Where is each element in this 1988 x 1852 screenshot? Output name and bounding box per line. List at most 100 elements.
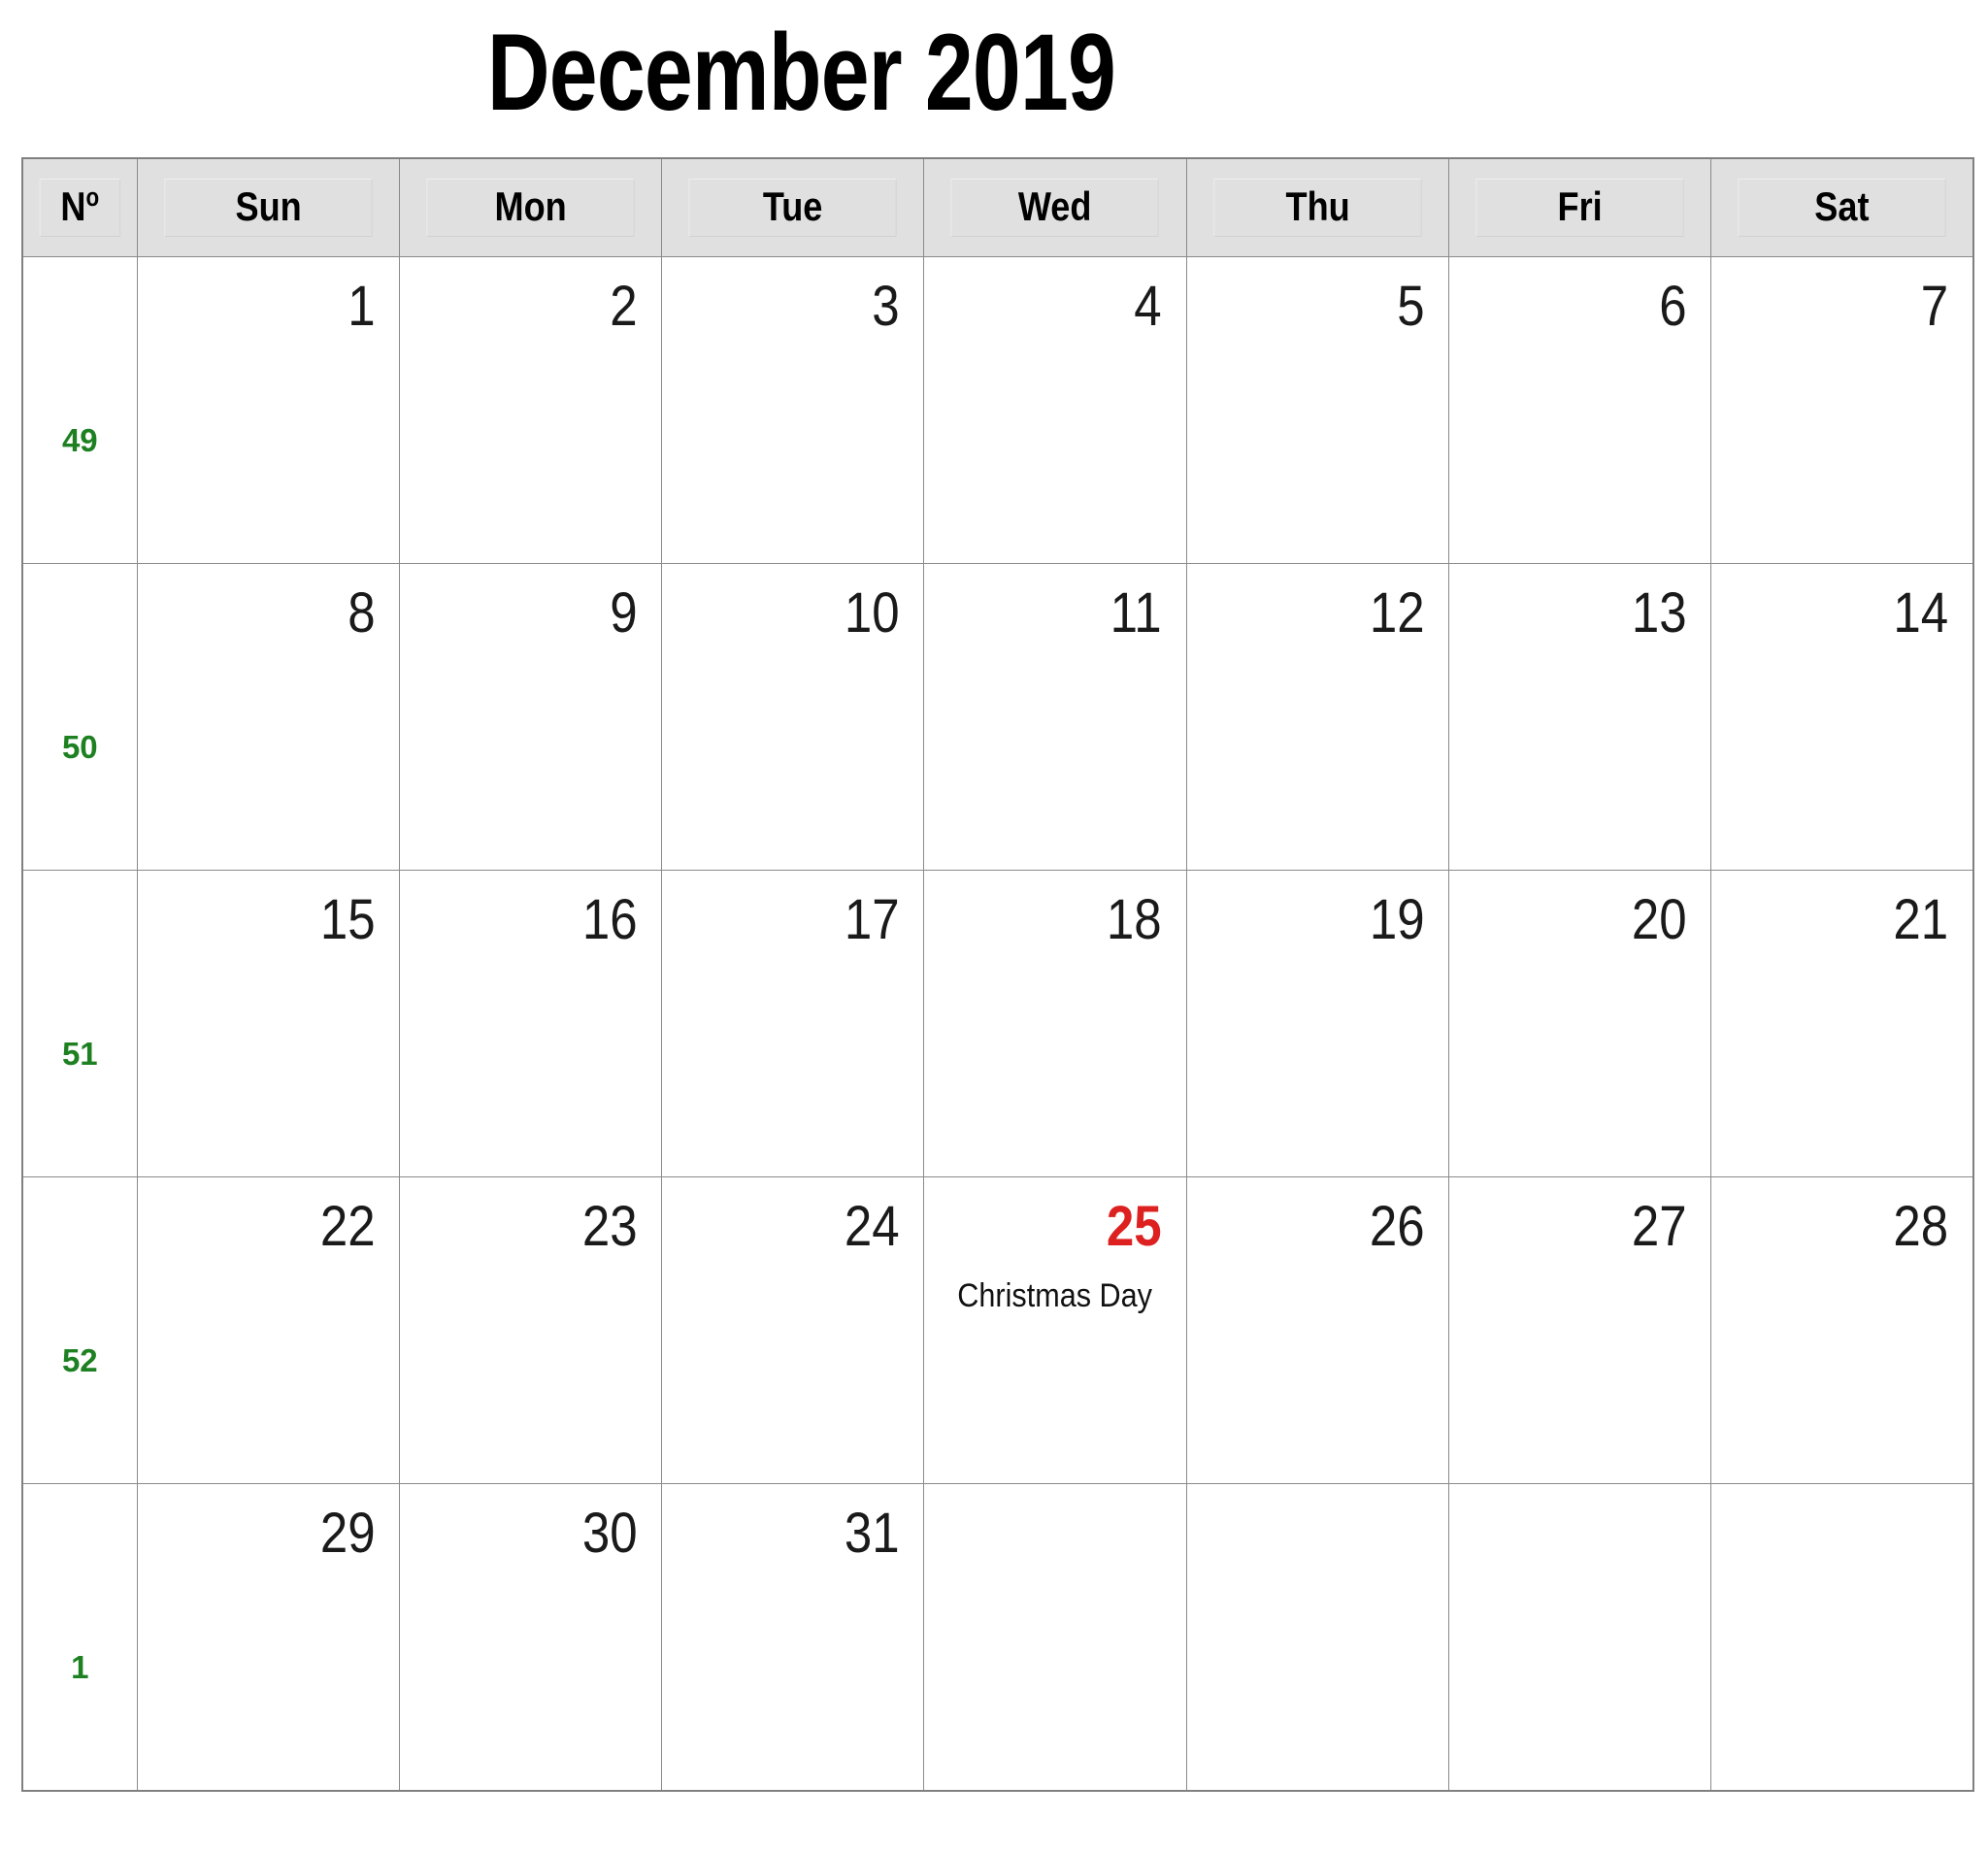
calendar-page: December 2019 No Sun Mon Tue Wed Thu Fri… <box>0 0 1988 1852</box>
day-number: 31 <box>844 1502 900 1565</box>
day-number: 17 <box>844 888 900 951</box>
day-cell[interactable]: 8 <box>136 563 400 871</box>
day-number: 28 <box>1893 1195 1949 1258</box>
day-cell[interactable]: 22 <box>136 1176 400 1484</box>
day-cell[interactable]: 25 Christmas Day <box>923 1176 1187 1484</box>
day-cell[interactable]: 23 <box>398 1176 663 1484</box>
day-cell[interactable]: 6 <box>1447 256 1712 564</box>
day-number: 20 <box>1631 888 1687 951</box>
day-cell[interactable]: 3 <box>661 256 925 564</box>
day-number-holiday: 25 <box>1107 1195 1163 1258</box>
day-number: 6 <box>1659 275 1687 338</box>
day-cell[interactable]: 5 <box>1185 256 1449 564</box>
day-number: 16 <box>581 888 638 951</box>
day-cell[interactable]: 7 <box>1710 256 1974 564</box>
day-number: 5 <box>1396 275 1425 338</box>
day-cell[interactable]: 20 <box>1447 870 1712 1177</box>
day-cell[interactable]: 9 <box>398 563 663 871</box>
week-number: 50 <box>61 729 98 765</box>
week-number-cell: 1 <box>21 1483 138 1791</box>
day-cell[interactable]: 28 <box>1710 1176 1974 1484</box>
day-header-label: Fri <box>1475 178 1684 238</box>
day-cell[interactable]: 31 <box>661 1483 925 1791</box>
header-row: No Sun Mon Tue Wed Thu Fri Sat <box>21 157 1974 257</box>
week-number-cell: 51 <box>21 870 138 1177</box>
day-cell[interactable]: 2 <box>398 256 663 564</box>
title-bar: December 2019 <box>0 0 1602 146</box>
week-number-header-label: No <box>39 178 120 238</box>
day-number: 10 <box>844 581 900 645</box>
day-number: 15 <box>319 888 376 951</box>
week-number: 52 <box>61 1342 98 1378</box>
day-header-label: Sun <box>164 178 373 238</box>
day-number: 8 <box>347 581 376 645</box>
day-number: 22 <box>319 1195 376 1258</box>
day-cell[interactable]: 12 <box>1185 563 1449 871</box>
day-cell[interactable]: 11 <box>923 563 1187 871</box>
day-header-label: Tue <box>688 178 897 238</box>
day-header-label: Wed <box>950 178 1160 238</box>
day-number: 2 <box>610 275 638 338</box>
day-number: 23 <box>581 1195 638 1258</box>
day-cell[interactable]: 18 <box>923 870 1187 1177</box>
column-header-sun: Sun <box>136 157 400 257</box>
day-cell[interactable]: 17 <box>661 870 925 1177</box>
week-number: 1 <box>71 1648 89 1685</box>
calendar-week-row: 52 22 23 24 25 Christmas Day 26 27 28 <box>21 1176 1974 1484</box>
day-number: 24 <box>844 1195 900 1258</box>
day-number: 14 <box>1893 581 1949 645</box>
day-number: 1 <box>347 275 376 338</box>
day-cell[interactable] <box>1710 1483 1974 1791</box>
calendar-week-row: 50 8 9 10 11 12 13 14 <box>21 563 1974 871</box>
day-cell[interactable] <box>1447 1483 1712 1791</box>
column-header-wed: Wed <box>923 157 1187 257</box>
calendar-body: 49 1 2 3 4 5 6 7 50 8 9 10 11 12 13 14 51 15 16 17 18 19 20 21 5… <box>21 256 1974 1791</box>
calendar-table: No Sun Mon Tue Wed Thu Fri Sat 49 1 2 3 … <box>21 157 1974 1792</box>
day-cell[interactable]: 1 <box>136 256 400 564</box>
day-cell[interactable]: 21 <box>1710 870 1974 1177</box>
day-cell[interactable]: 30 <box>398 1483 663 1791</box>
week-number: 51 <box>61 1036 98 1072</box>
day-number: 7 <box>1920 275 1949 338</box>
calendar-week-row: 51 15 16 17 18 19 20 21 <box>21 870 1974 1177</box>
page-title: December 2019 <box>486 12 1115 133</box>
day-number: 9 <box>610 581 638 645</box>
day-cell[interactable]: 27 <box>1447 1176 1712 1484</box>
day-cell[interactable]: 4 <box>923 256 1187 564</box>
column-header-mon: Mon <box>398 157 663 257</box>
day-header-label: Thu <box>1213 178 1422 238</box>
day-cell[interactable]: 10 <box>661 563 925 871</box>
day-number: 21 <box>1893 888 1949 951</box>
calendar-week-row: 49 1 2 3 4 5 6 7 <box>21 256 1974 564</box>
day-cell[interactable]: 13 <box>1447 563 1712 871</box>
day-number: 18 <box>1107 888 1163 951</box>
day-event-label: Christmas Day <box>957 1277 1153 1314</box>
day-cell[interactable] <box>923 1483 1187 1791</box>
column-header-fri: Fri <box>1447 157 1712 257</box>
day-cell[interactable]: 16 <box>398 870 663 1177</box>
day-cell[interactable]: 15 <box>136 870 400 1177</box>
day-cell[interactable]: 24 <box>661 1176 925 1484</box>
week-number-cell: 50 <box>21 563 138 871</box>
day-cell[interactable]: 19 <box>1185 870 1449 1177</box>
day-cell[interactable]: 29 <box>136 1483 400 1791</box>
calendar-week-row: 1 29 30 31 <box>21 1483 1974 1791</box>
day-cell[interactable] <box>1185 1483 1449 1791</box>
week-number-cell: 52 <box>21 1176 138 1484</box>
day-number: 19 <box>1369 888 1425 951</box>
day-header-label: Sat <box>1738 178 1946 238</box>
column-header-tue: Tue <box>661 157 925 257</box>
column-header-week-number: No <box>21 157 138 257</box>
calendar-container: No Sun Mon Tue Wed Thu Fri Sat 49 1 2 3 … <box>21 157 1974 1792</box>
day-number: 12 <box>1369 581 1425 645</box>
calendar-header: No Sun Mon Tue Wed Thu Fri Sat <box>21 157 1974 257</box>
day-number: 30 <box>581 1502 638 1565</box>
week-number: 49 <box>61 422 98 458</box>
day-number: 27 <box>1631 1195 1687 1258</box>
column-header-sat: Sat <box>1710 157 1974 257</box>
day-number: 13 <box>1631 581 1687 645</box>
week-number-header-base: N <box>60 182 86 229</box>
day-cell[interactable]: 26 <box>1185 1176 1449 1484</box>
day-header-label: Mon <box>426 178 635 238</box>
day-cell[interactable]: 14 <box>1710 563 1974 871</box>
